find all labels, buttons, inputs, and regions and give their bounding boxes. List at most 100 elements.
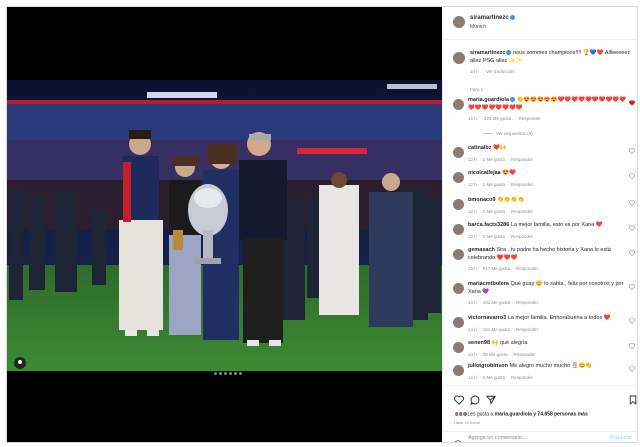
carousel-dots <box>214 372 242 375</box>
comment-likes[interactable]: 191 Me gusta <box>483 300 510 305</box>
heart-icon[interactable] <box>629 148 635 154</box>
heart-icon[interactable] <box>629 366 635 372</box>
carousel-dot <box>224 372 227 375</box>
comment-likes[interactable]: 325 Me gusta <box>484 116 511 121</box>
comment-username[interactable]: juliotgrobinson <box>468 363 508 369</box>
comment-username[interactable]: gemasach <box>468 247 495 253</box>
likes-user[interactable]: maria.guardiola <box>495 411 532 417</box>
avatar[interactable] <box>453 249 464 260</box>
comment-text: 🙌 qué alegría <box>491 340 528 346</box>
avatar[interactable] <box>453 99 464 110</box>
bookmark-icon[interactable] <box>629 392 637 405</box>
comment-text: 👏👏👏👏 <box>497 197 525 203</box>
reply-link[interactable]: Responder <box>511 182 533 187</box>
avatar[interactable] <box>453 365 464 376</box>
share-icon[interactable] <box>486 392 496 405</box>
reply-link[interactable]: Responder <box>516 300 538 305</box>
avatar[interactable] <box>453 283 464 294</box>
comment-icon[interactable] <box>470 392 480 405</box>
avatar[interactable] <box>453 317 464 328</box>
heart-icon[interactable] <box>629 173 635 179</box>
heart-icon[interactable] <box>629 100 635 106</box>
carousel-dot-active <box>214 372 217 375</box>
comment-time: 12 h <box>468 208 477 214</box>
reply-link[interactable]: Responder <box>511 209 533 214</box>
avatar[interactable] <box>453 16 465 28</box>
comment-likes[interactable]: 35 Me gusta <box>483 352 508 357</box>
comment-username[interactable]: senen98 <box>468 340 490 346</box>
avatar[interactable] <box>453 147 464 158</box>
comment-username[interactable]: barca.facts3286 <box>468 222 509 228</box>
comment-username[interactable]: victornavarro3 <box>468 315 506 321</box>
post-dialog: siramartinezc Múnich siramartinezc nous … <box>6 6 638 443</box>
see-translation-link[interactable]: Ver traducción <box>486 69 515 74</box>
heart-icon[interactable] <box>629 318 635 324</box>
carousel-dot <box>219 372 222 375</box>
comment-likes[interactable]: 2 Me gusta <box>483 209 505 214</box>
view-replies-link[interactable]: Ver respuestas (5) <box>483 131 533 136</box>
comment-time: 14 h <box>468 300 477 305</box>
likes-count[interactable]: y 74.858 personas más <box>533 411 587 417</box>
post-location[interactable]: Múnich <box>470 24 486 30</box>
comment-time: 14 h <box>468 326 477 332</box>
author-username[interactable]: siramartinezc <box>470 15 515 21</box>
comment-username[interactable]: mariacmtbolera <box>468 281 509 287</box>
likes-prefix: Les gusta a <box>467 411 494 418</box>
heart-icon[interactable] <box>629 343 635 349</box>
carousel-dot <box>239 372 242 375</box>
reply-link[interactable]: Responder <box>511 234 533 239</box>
comment-time: 12 h <box>468 374 477 380</box>
heart-icon[interactable] <box>629 225 635 231</box>
post-side-panel: siramartinezc Múnich siramartinezc nous … <box>442 7 637 442</box>
user-tag-icon[interactable] <box>14 357 26 369</box>
avatar[interactable] <box>453 52 465 64</box>
post-photo[interactable] <box>7 80 442 371</box>
publish-button[interactable]: Publicar <box>610 435 632 441</box>
post-header: siramartinezc Múnich <box>443 7 637 40</box>
comment-input[interactable]: Agrega un comentario... <box>468 435 527 441</box>
comment-username[interactable]: catinalbz <box>468 145 492 151</box>
carousel-dot <box>229 372 232 375</box>
post-timestamp[interactable]: Hace 15 horas <box>454 420 480 425</box>
verified-icon <box>509 97 515 103</box>
reply-link[interactable]: Responder <box>519 116 541 121</box>
reply-link[interactable]: Responder <box>516 327 538 332</box>
comment-text: La mejor familia. Enhorabuena a todos ❤️ <box>507 315 611 321</box>
comment-username[interactable]: nicolcallejaa <box>468 170 501 176</box>
emoji-icon[interactable] <box>454 435 462 442</box>
comment-username[interactable]: bmonaco9 <box>468 197 496 203</box>
add-comment-bar: Agrega un comentario... Publicar <box>443 431 637 442</box>
comment-likes[interactable]: 2 Me gusta <box>483 375 505 380</box>
post-media[interactable] <box>7 7 442 442</box>
verified-icon <box>509 15 515 20</box>
reply-link[interactable]: Responder <box>514 352 536 357</box>
heart-icon[interactable] <box>629 250 635 256</box>
reply-link[interactable]: Responder <box>511 375 533 380</box>
heart-icon[interactable] <box>629 284 635 290</box>
comment-time: 12 h <box>468 116 477 121</box>
comment-time: 12 h <box>468 233 477 239</box>
heart-icon[interactable] <box>629 200 635 206</box>
reply-link[interactable]: Responder <box>511 157 533 162</box>
avatar[interactable] <box>453 199 464 210</box>
caption-username[interactable]: siramartinezc <box>470 50 505 56</box>
avatar[interactable] <box>453 172 464 183</box>
comment-likes[interactable]: 517 Me gusta <box>483 266 510 271</box>
comment-likes[interactable]: 2 Me gusta <box>483 234 505 239</box>
comment-time: 14 h <box>468 351 477 357</box>
pinned-label: Para ti <box>470 87 484 92</box>
caption-time: 15 h <box>470 69 479 74</box>
avatar[interactable] <box>453 224 464 235</box>
comment-likes[interactable]: 101 Me gusta <box>483 327 510 332</box>
comment-time: 12 h <box>468 181 477 187</box>
comment-time: 15 h <box>468 266 477 271</box>
comment-likes[interactable]: 1 Me gusta <box>483 182 505 187</box>
avatar[interactable] <box>453 342 464 353</box>
comment-username[interactable]: maria.guardiola <box>468 97 509 103</box>
celebration-photo <box>7 80 442 371</box>
heart-icon[interactable] <box>454 392 464 405</box>
likes-summary[interactable]: Les gusta a maria.guardiola y 74.858 per… <box>454 411 588 417</box>
comment-likes[interactable]: 2 Me gusta <box>483 157 505 162</box>
reply-link[interactable]: Responder <box>516 266 538 271</box>
verified-icon <box>506 50 512 56</box>
